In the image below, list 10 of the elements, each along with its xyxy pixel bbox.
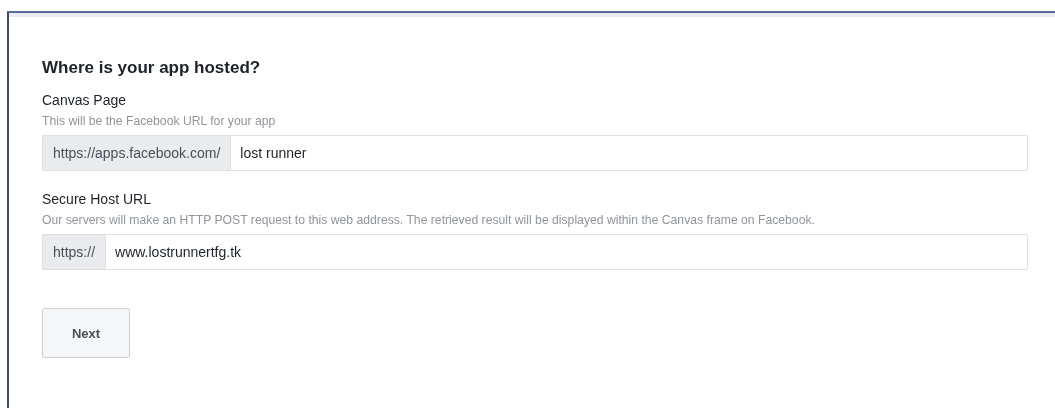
next-button[interactable]: Next (42, 308, 130, 358)
input-field[interactable]: lost runner (230, 135, 1028, 171)
field-label: Secure Host URL (42, 191, 152, 207)
field-hint: This will be the Facebook URL for your app (42, 114, 277, 128)
url-prefix: https:// (42, 234, 106, 270)
field-hint: Our servers will make an HTTP POST request to this web address. The retrieved result will be displayed within the Canvas frame on Facebook. (42, 213, 816, 227)
url-prefix: https://apps.facebook.com/ (42, 135, 231, 171)
field-label: Canvas Page (42, 92, 128, 108)
input-field[interactable]: www.lostrunnertfg.tk (105, 234, 1028, 270)
section-heading: Where is your app hosted? (42, 58, 262, 78)
